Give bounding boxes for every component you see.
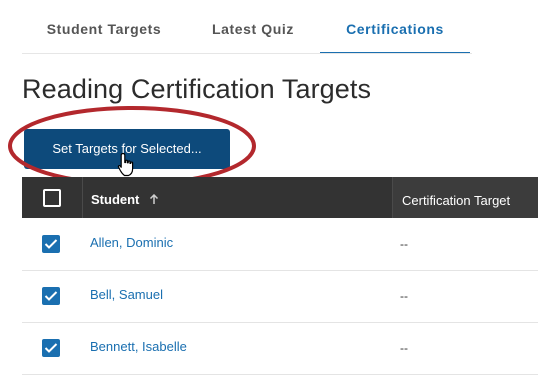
checkmark-icon [44, 291, 58, 301]
select-all-cell [22, 177, 83, 218]
tab-latest-quiz[interactable]: Latest Quiz [188, 0, 318, 54]
row-checkbox[interactable] [42, 339, 60, 357]
tab-divider [22, 53, 472, 54]
certification-target-value: -- [400, 341, 408, 355]
tab-student-targets[interactable]: Student Targets [22, 0, 186, 54]
page-title: Reading Certification Targets [22, 74, 372, 104]
tab-certifications[interactable]: Certifications [320, 0, 470, 54]
table-row: Bennett, Isabelle -- [22, 322, 538, 375]
column-header-student-label: Student [91, 192, 140, 207]
student-name-link[interactable]: Bell, Samuel [90, 287, 163, 302]
column-header-certification-target: Certification Target [392, 177, 538, 218]
tab-bar: Student Targets Latest Quiz Certificatio… [0, 0, 538, 54]
checkmark-icon [44, 343, 58, 353]
table-header: Student Certification Target [22, 177, 538, 218]
checkmark-icon [44, 239, 58, 249]
student-name-link[interactable]: Allen, Dominic [90, 235, 173, 250]
column-header-student[interactable]: Student [83, 177, 391, 218]
table-row: Bell, Samuel -- [22, 270, 538, 323]
sort-up-arrow-icon [149, 194, 159, 204]
row-checkbox[interactable] [42, 287, 60, 305]
row-checkbox[interactable] [42, 235, 60, 253]
certification-target-value: -- [400, 289, 408, 303]
table-row: Allen, Dominic -- [22, 218, 538, 271]
hand-pointer-cursor-icon [117, 152, 134, 177]
select-all-checkbox[interactable] [43, 189, 61, 207]
certification-target-value: -- [400, 237, 408, 251]
student-name-link[interactable]: Bennett, Isabelle [90, 339, 187, 354]
